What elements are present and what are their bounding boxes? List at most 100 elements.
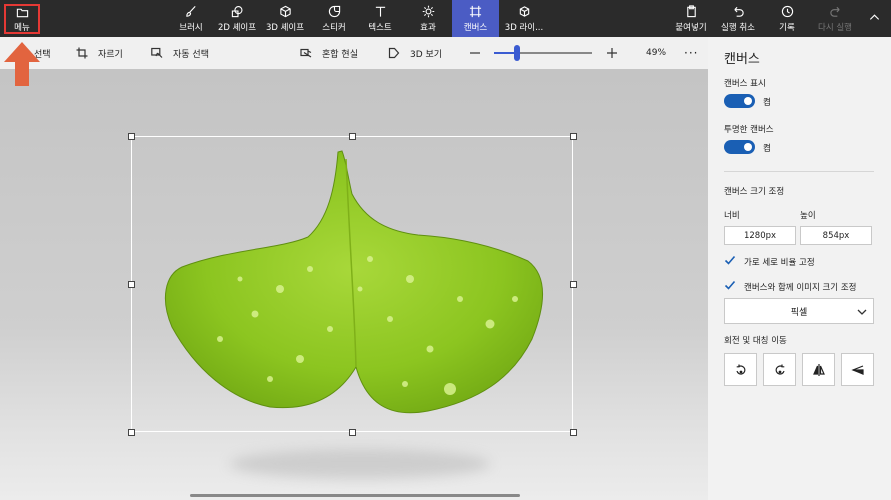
panel-divider <box>724 171 874 172</box>
redo-icon <box>829 5 842 19</box>
rotate-left-button[interactable] <box>724 353 757 386</box>
canvas-selection-box[interactable] <box>131 136 573 432</box>
plus-icon <box>607 48 617 58</box>
paste-label: 붙여넣기 <box>675 22 707 33</box>
menu-button[interactable]: 메뉴 <box>4 4 40 34</box>
height-label: 높이 <box>800 211 816 221</box>
resize-heading: 캔버스 크기 조정 <box>724 187 785 197</box>
checkmark-icon <box>724 255 736 265</box>
lock-aspect-label: 가로 세로 비율 고정 <box>744 258 815 268</box>
resize-handle-bottom-left[interactable] <box>128 429 135 436</box>
unit-dropdown-value: 픽셀 <box>790 307 808 318</box>
view-3d-button[interactable]: 3D 보기 <box>388 37 442 69</box>
history-icon <box>781 5 794 19</box>
canvas-properties-panel: 캔버스 캔버스 표시 켬 투명한 캔버스 켬 캔버스 크기 조정 너비 높이 1… <box>708 37 891 500</box>
minus-icon <box>470 52 480 54</box>
transparent-canvas-label: 투명한 캔버스 <box>724 125 774 135</box>
resize-handle-top-right[interactable] <box>570 133 577 140</box>
transparent-canvas-toggle[interactable] <box>724 140 755 154</box>
top-toolbar: 메뉴 브러시 2D 셰이프 3D 셰이프 스티커 텍스트 효과 캔버스 3D 라… <box>0 0 891 37</box>
tool-canvas-label: 캔버스 <box>463 22 488 33</box>
canvas-area[interactable] <box>0 69 708 500</box>
crop-button[interactable]: 자르기 <box>76 37 123 69</box>
rotate-heading: 회전 및 대칭 이동 <box>724 336 787 346</box>
flip-horizontal-button[interactable] <box>802 353 835 386</box>
tool-3d-library[interactable]: 3D 라이... <box>502 0 546 37</box>
width-input[interactable]: 1280px <box>724 226 796 245</box>
brush-icon <box>185 5 198 19</box>
crop-icon <box>76 47 88 59</box>
tool-sticker-label: 스티커 <box>322 22 346 33</box>
2d-shapes-icon <box>231 5 244 19</box>
paste-icon <box>685 5 698 19</box>
tool-brush-label: 브러시 <box>179 22 203 33</box>
view-3d-icon <box>388 47 400 59</box>
flip-horizontal-icon <box>812 363 825 376</box>
flip-vertical-button[interactable] <box>841 353 874 386</box>
tool-sticker[interactable]: 스티커 <box>316 0 352 37</box>
tool-brush[interactable]: 브러시 <box>172 0 210 37</box>
horizontal-scrollbar[interactable] <box>190 494 520 497</box>
height-input[interactable]: 854px <box>800 226 872 245</box>
tool-effects-label: 효과 <box>420 22 436 33</box>
resize-image-checkbox[interactable] <box>724 279 736 291</box>
zoom-percent-value: 49% <box>646 48 667 58</box>
resize-handle-top-left[interactable] <box>128 133 135 140</box>
magic-select-button[interactable]: 자동 선택 <box>151 37 209 69</box>
undo-icon <box>732 5 745 19</box>
undo-button[interactable]: 실행 취소 <box>716 0 760 37</box>
width-label: 너비 <box>724 211 740 221</box>
resize-handle-right[interactable] <box>570 281 577 288</box>
tool-canvas[interactable]: 캔버스 <box>452 0 499 37</box>
tool-text-label: 텍스트 <box>368 22 392 33</box>
tool-effects[interactable]: 효과 <box>412 0 444 37</box>
tool-2d-shapes[interactable]: 2D 셰이프 <box>215 0 259 37</box>
3d-shapes-icon <box>279 5 292 19</box>
show-canvas-toggle[interactable] <box>724 94 755 108</box>
resize-handle-left[interactable] <box>128 281 135 288</box>
transparent-canvas-state: 켬 <box>763 144 771 154</box>
resize-handle-bottom[interactable] <box>349 429 356 436</box>
flip-vertical-icon <box>850 364 864 375</box>
zoom-in-button[interactable] <box>606 37 618 69</box>
panel-title: 캔버스 <box>724 52 760 67</box>
redo-button[interactable]: 다시 실행 <box>813 0 857 37</box>
tool-3d-library-label: 3D 라이... <box>504 22 544 33</box>
resize-handle-top[interactable] <box>349 133 356 140</box>
show-canvas-label: 캔버스 표시 <box>724 79 766 89</box>
unit-dropdown[interactable]: 픽셀 <box>724 298 874 324</box>
3d-library-icon <box>518 5 531 19</box>
lock-aspect-checkbox[interactable] <box>724 254 736 266</box>
resize-handle-bottom-right[interactable] <box>570 429 577 436</box>
tool-3d-shapes[interactable]: 3D 셰이프 <box>263 0 307 37</box>
tool-text[interactable]: 텍스트 <box>362 0 398 37</box>
rotate-right-button[interactable] <box>763 353 796 386</box>
zoom-slider-thumb[interactable] <box>513 45 520 61</box>
magic-select-icon <box>151 47 163 58</box>
canvas-subtoolbar: 선택 자르기 자동 선택 혼합 현실 3D 보기 49% ··· <box>0 37 708 69</box>
rotate-left-icon <box>735 364 745 375</box>
mixed-reality-label: 혼합 현실 <box>322 49 358 60</box>
text-icon <box>374 5 387 19</box>
leaf-shadow <box>230 449 490 479</box>
history-button[interactable]: 기록 <box>772 0 802 37</box>
undo-label: 실행 취소 <box>721 22 755 33</box>
checkmark-icon <box>724 280 736 290</box>
paste-button[interactable]: 붙여넣기 <box>670 0 712 37</box>
crop-label: 자르기 <box>98 49 123 60</box>
mixed-reality-button[interactable]: 혼합 현실 <box>300 37 358 69</box>
show-canvas-state: 켬 <box>763 98 771 108</box>
more-options-button[interactable]: ··· <box>684 37 698 69</box>
view-3d-label: 3D 보기 <box>410 49 443 60</box>
arrow-up-annotation-icon <box>4 42 40 86</box>
tool-2d-shapes-label: 2D 셰이프 <box>217 22 257 33</box>
redo-label: 다시 실행 <box>818 22 852 33</box>
magic-select-label: 자동 선택 <box>173 49 209 60</box>
canvas-icon <box>469 5 482 19</box>
collapse-toolbar-button[interactable] <box>862 0 886 37</box>
history-label: 기록 <box>779 22 795 33</box>
zoom-out-button[interactable] <box>469 37 481 69</box>
tool-3d-shapes-label: 3D 셰이프 <box>265 22 305 33</box>
resize-image-label: 캔버스와 함께 이미지 크기 조정 <box>744 283 857 293</box>
more-icon: ··· <box>684 46 699 60</box>
